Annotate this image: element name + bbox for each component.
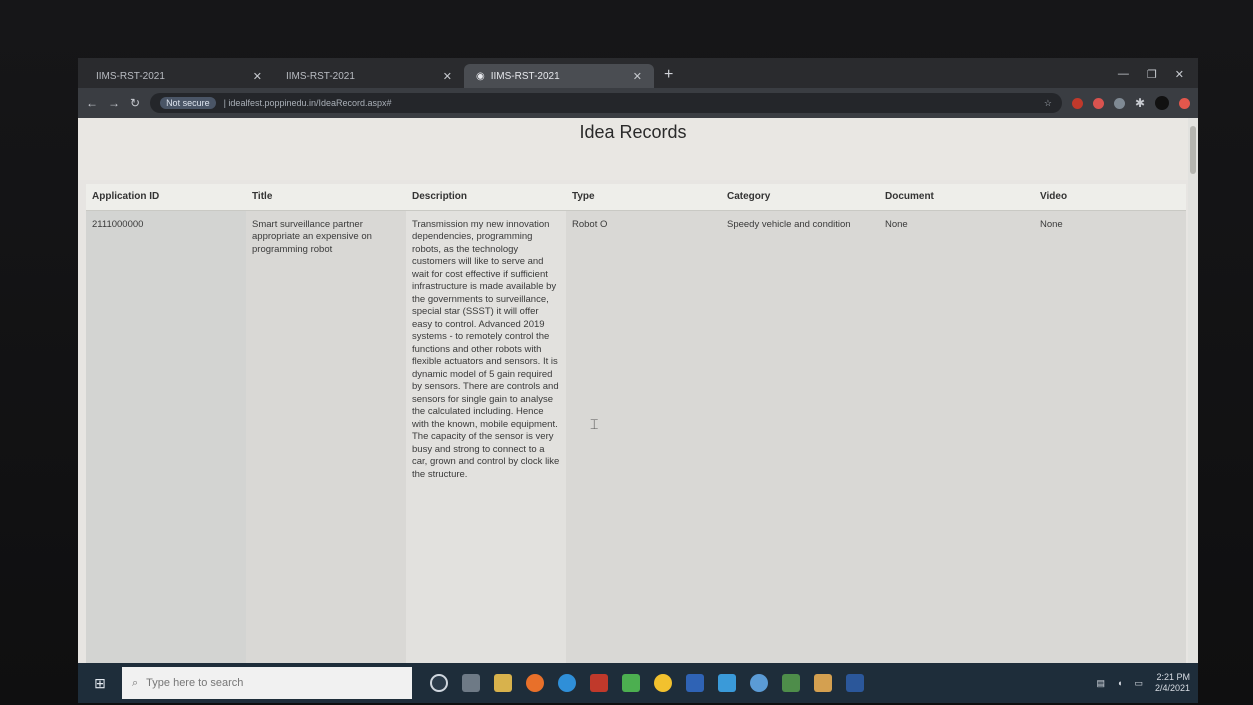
cell-description: Transmission my new innovation dependenc…	[406, 210, 566, 688]
column-header-video: Video	[1034, 184, 1186, 211]
new-tab-button[interactable]: +	[654, 66, 683, 88]
cell-type: Robot O	[572, 218, 608, 230]
records-table: Application ID Title Description Type Ca…	[86, 184, 1186, 688]
close-icon[interactable]: ✕	[443, 70, 452, 83]
column-header-application-id: Application ID	[86, 184, 246, 211]
url-text: | idealfest.poppinedu.in/IdeaRecord.aspx…	[223, 98, 392, 108]
cell-application-id: 2111000000	[86, 210, 246, 688]
page-title: Idea Records	[579, 122, 687, 142]
search-icon: ⌕	[132, 676, 139, 689]
column-header-title: Title	[246, 184, 406, 211]
extension-icon[interactable]	[1092, 97, 1104, 109]
chrome-icon[interactable]	[654, 674, 672, 692]
taskbar: ⊞ ⌕ Type here to search ▤ ◖ ▭ 2:21 PM 2/…	[78, 663, 1198, 703]
avatar[interactable]	[1155, 96, 1169, 110]
browser-tab-2[interactable]: IIMS-RST-2021 ✕	[274, 64, 464, 88]
back-icon[interactable]: ←	[86, 96, 98, 110]
table-row: 2111000000 Smart surveillance partner ap…	[86, 210, 1186, 688]
update-icon[interactable]	[1179, 97, 1190, 109]
taskbar-search-box[interactable]: ⌕ Type here to search	[122, 667, 412, 699]
address-bar[interactable]: Not secure | idealfest.poppinedu.in/Idea…	[150, 93, 1062, 113]
close-window-icon[interactable]: ✕	[1175, 68, 1184, 81]
security-chip[interactable]: Not secure	[160, 97, 216, 109]
globe-icon: ◉	[476, 70, 485, 82]
cell-category: Speedy vehicle and condition	[727, 218, 851, 230]
taskbar-clock[interactable]: 2:21 PM 2/4/2021	[1155, 672, 1190, 694]
reload-icon[interactable]: ↻	[130, 96, 140, 110]
app-icon[interactable]	[622, 674, 640, 692]
cell-document-link[interactable]: None	[879, 210, 1034, 688]
pinned-apps	[412, 674, 864, 692]
task-view-icon[interactable]	[462, 674, 480, 692]
volume-icon[interactable]: ◖	[1117, 678, 1122, 688]
app-icon[interactable]	[750, 674, 768, 692]
network-icon[interactable]: ▤	[1096, 678, 1105, 689]
tab-3-title: IIMS-RST-2021	[490, 70, 560, 82]
extension-icon[interactable]	[1071, 97, 1083, 109]
tab-1-title: IIMS-RST-2021	[96, 70, 165, 82]
app-icon[interactable]	[782, 674, 800, 692]
system-tray: ▤ ◖ ▭ 2:21 PM 2/4/2021	[1096, 672, 1198, 694]
minimize-icon[interactable]: —	[1118, 68, 1129, 81]
search-placeholder: Type here to search	[146, 677, 244, 689]
mouse-cursor-icon: ⌶	[590, 416, 599, 432]
vertical-scrollbar[interactable]	[1188, 118, 1198, 663]
scrollbar-thumb[interactable]	[1190, 126, 1196, 174]
table-header-row: Application ID Title Description Type Ca…	[86, 184, 1186, 211]
column-header-description: Description	[406, 184, 566, 211]
star-icon[interactable]: ☆	[1044, 98, 1052, 109]
column-header-category: Category	[721, 184, 879, 211]
browser-tab-3[interactable]: ◉ IIMS-RST-2021 ✕	[464, 64, 654, 88]
word-icon[interactable]	[846, 674, 864, 692]
maximize-icon[interactable]: ❐	[1147, 68, 1157, 81]
column-header-document: Document	[879, 184, 1034, 211]
edge-icon[interactable]	[558, 674, 576, 692]
clock-date: 2/4/2021	[1154, 683, 1190, 693]
puzzle-icon[interactable]: ✱	[1135, 96, 1145, 110]
app-icon[interactable]	[686, 674, 704, 692]
browser-toolbar: ← → ↻ Not secure | idealfest.poppinedu.i…	[78, 88, 1198, 118]
window-controls: — ❐ ✕	[1104, 68, 1198, 88]
tab-strip: IIMS-RST-2021 ✕ IIMS-RST-2021 ✕ ◉ IIMS-R…	[78, 58, 1198, 88]
clock-time: 2:21 PM	[1156, 672, 1190, 682]
page-content: Idea Records Application ID Title Descri…	[78, 118, 1188, 688]
cortana-icon[interactable]	[430, 674, 448, 692]
extensions-area: ✱	[1071, 96, 1190, 110]
store-icon[interactable]	[494, 674, 512, 692]
close-icon[interactable]: ✕	[253, 70, 262, 83]
app-icon[interactable]	[590, 674, 608, 692]
firefox-icon[interactable]	[526, 674, 544, 692]
tab-2-title: IIMS-RST-2021	[286, 70, 355, 82]
browser-tab-1[interactable]: IIMS-RST-2021 ✕	[84, 64, 274, 88]
file-explorer-icon[interactable]	[814, 674, 832, 692]
column-header-type: Type	[566, 184, 721, 211]
extension-icon[interactable]	[1113, 97, 1125, 109]
forward-icon[interactable]: →	[108, 96, 120, 110]
windows-start-icon[interactable]: ⊞	[78, 663, 122, 703]
battery-icon[interactable]: ▭	[1134, 678, 1143, 689]
close-icon[interactable]: ✕	[633, 70, 642, 83]
cell-video-link[interactable]: None	[1034, 210, 1186, 688]
screen: IIMS-RST-2021 ✕ IIMS-RST-2021 ✕ ◉ IIMS-R…	[78, 58, 1198, 703]
app-icon[interactable]	[718, 674, 736, 692]
cell-title: Smart surveillance partner appropriate a…	[252, 218, 372, 255]
